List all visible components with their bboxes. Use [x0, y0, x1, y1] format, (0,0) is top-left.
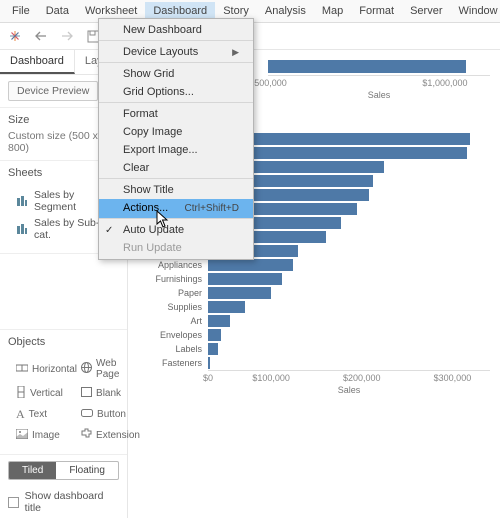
device-preview-button[interactable]: Device Preview: [8, 81, 98, 101]
bar-label: Envelopes: [138, 330, 208, 340]
extension-icon: [81, 428, 92, 442]
bar-label: Labels: [138, 344, 208, 354]
bar-label: Art: [138, 316, 208, 326]
button-icon: [81, 409, 93, 420]
bar[interactable]: [208, 357, 210, 369]
axis-title: Sales: [268, 88, 490, 100]
show-title-label: Show dashboard title: [25, 490, 119, 514]
object-horizontal[interactable]: Horizontal: [16, 358, 77, 380]
menu-item-show-grid[interactable]: Show Grid: [99, 65, 253, 83]
dashboard-menu: New DashboardDevice Layouts▶ Show GridGri…: [98, 18, 254, 260]
menu-item-format[interactable]: Format: [99, 105, 253, 123]
image-icon: [16, 429, 28, 442]
object-vertical[interactable]: Vertical: [16, 386, 77, 401]
object-image[interactable]: Image: [16, 428, 77, 442]
menu-item-run-update: Run Update: [99, 239, 253, 257]
bar-label: Furnishings: [138, 274, 208, 284]
object-text[interactable]: AText: [16, 407, 77, 422]
menu-analysis[interactable]: Analysis: [257, 2, 314, 20]
blank-icon: [81, 387, 92, 400]
floating-button[interactable]: Floating: [56, 462, 118, 479]
x-axis: $500,000$1,000,000: [268, 75, 490, 88]
menu-map[interactable]: Map: [314, 2, 351, 20]
bar-label: Fasteners: [138, 358, 208, 368]
menu-item-copy-image[interactable]: Copy Image: [99, 123, 253, 141]
menu-data[interactable]: Data: [38, 2, 77, 20]
bar[interactable]: [208, 315, 230, 327]
bar-row: Paper: [138, 286, 490, 300]
menu-item-show-title[interactable]: Show Title: [99, 181, 253, 199]
bar-label: Appliances: [138, 260, 208, 270]
worksheet-icon: [16, 223, 28, 235]
cursor-icon: [156, 210, 170, 231]
bar[interactable]: [208, 343, 218, 355]
menu-item-auto-update[interactable]: ✓Auto Update: [99, 221, 253, 239]
bar-row: Labels: [138, 342, 490, 356]
menu-format[interactable]: Format: [351, 2, 402, 20]
menu-server[interactable]: Server: [402, 2, 450, 20]
horizontal-icon: [16, 363, 28, 376]
menu-window[interactable]: Window: [451, 2, 500, 20]
show-title-checkbox[interactable]: [8, 497, 19, 508]
bar[interactable]: [268, 60, 466, 73]
x-axis: $0$100,000$200,000$300,000: [208, 370, 490, 383]
bar-row: Appliances: [138, 258, 490, 272]
menu-item-device-layouts[interactable]: Device Layouts▶: [99, 43, 253, 63]
bar-row: Art: [138, 314, 490, 328]
bar-row: Fasteners: [138, 356, 490, 370]
axis-title: Sales: [208, 383, 490, 395]
menu-file[interactable]: File: [4, 2, 38, 20]
menu-item-new-dashboard[interactable]: New Dashboard: [99, 21, 253, 41]
forward-icon[interactable]: [58, 27, 76, 45]
bar-label: Paper: [138, 288, 208, 298]
worksheet-icon: [16, 195, 28, 207]
objects-header: Objects: [8, 336, 119, 348]
bar[interactable]: [208, 287, 271, 299]
menu-item-actions-[interactable]: Actions...Ctrl+Shift+D: [99, 199, 253, 219]
tile-float-toggle[interactable]: Tiled Floating: [8, 461, 119, 480]
vertical-icon: [16, 386, 26, 401]
bar[interactable]: [208, 301, 245, 313]
tiled-button[interactable]: Tiled: [9, 462, 56, 479]
web-page-icon: [81, 362, 92, 376]
bar-label: Supplies: [138, 302, 208, 312]
back-icon[interactable]: [32, 27, 50, 45]
text-icon: A: [16, 407, 25, 422]
menu-item-clear[interactable]: Clear: [99, 159, 253, 179]
objects-grid: HorizontalWeb PageVerticalBlankATextButt…: [8, 352, 119, 448]
menu-item-export-image-[interactable]: Export Image...: [99, 141, 253, 159]
check-icon: ✓: [105, 225, 113, 236]
bar-row: Furnishings: [138, 272, 490, 286]
bar[interactable]: [208, 273, 282, 285]
tab-dashboard[interactable]: Dashboard: [0, 50, 75, 74]
submenu-arrow-icon: ▶: [232, 47, 239, 58]
bar-row: Supplies: [138, 300, 490, 314]
bar[interactable]: [208, 329, 221, 341]
tableau-logo-icon: [6, 27, 24, 45]
bar-row: Envelopes: [138, 328, 490, 342]
bar[interactable]: [208, 259, 293, 271]
menu-item-grid-options-[interactable]: Grid Options...: [99, 83, 253, 103]
